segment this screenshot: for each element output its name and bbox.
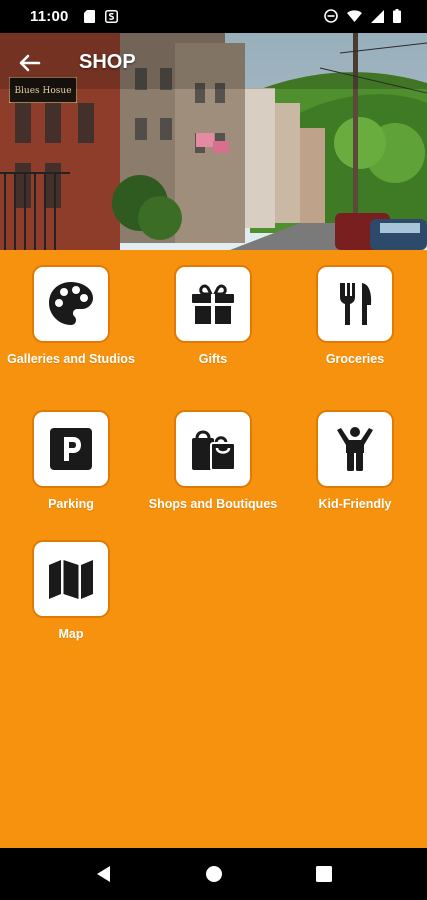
category-tile[interactable] <box>32 540 110 618</box>
category-parking[interactable]: Parking <box>0 410 142 512</box>
status-system-icons <box>324 9 401 23</box>
home-circle-icon <box>206 866 222 882</box>
category-tile[interactable] <box>316 410 394 488</box>
page-title: SHOP <box>79 51 136 73</box>
fork-knife-icon <box>340 283 372 325</box>
hero-image: Blues Hosue SHOP <box>0 33 427 250</box>
status-bar: 11:00 <box>0 0 427 33</box>
palette-icon <box>49 282 93 325</box>
arrow-back-icon <box>19 54 41 72</box>
wifi-icon <box>347 10 362 22</box>
category-tile[interactable] <box>316 265 394 343</box>
sd-card-icon <box>84 10 95 23</box>
category-map[interactable]: Map <box>0 540 142 642</box>
category-label: Map <box>58 627 84 641</box>
status-notification-icons <box>84 10 118 23</box>
parking-icon <box>50 428 92 470</box>
category-kid-friendly[interactable]: Kid-Friendly <box>284 410 426 512</box>
category-galleries-and-studios[interactable]: Galleries and Studios <box>0 265 142 367</box>
category-label: Parking <box>48 497 94 511</box>
system-navigation-bar <box>0 848 427 900</box>
nav-back-button[interactable] <box>94 864 114 884</box>
category-groceries[interactable]: Groceries <box>284 265 426 367</box>
child-icon <box>337 427 373 471</box>
shopping-bags-icon <box>192 430 236 471</box>
category-tile[interactable] <box>32 410 110 488</box>
category-label: Galleries and Studios <box>7 352 135 366</box>
category-grid: Galleries and Studios Gifts Groceries Pa… <box>0 250 427 848</box>
map-icon <box>49 560 93 599</box>
category-label: Shops and Boutiques <box>148 497 278 511</box>
gift-icon <box>192 284 234 324</box>
category-gifts[interactable]: Gifts <box>142 265 284 367</box>
do-not-disturb-icon <box>324 9 338 23</box>
back-triangle-icon <box>97 866 110 882</box>
battery-icon <box>393 9 401 23</box>
status-time: 11:00 <box>30 8 69 25</box>
category-tile[interactable] <box>32 265 110 343</box>
category-label: Gifts <box>198 352 228 366</box>
app-bar: SHOP <box>0 33 427 89</box>
category-label: Kid-Friendly <box>318 497 392 511</box>
nav-home-button[interactable] <box>204 864 224 884</box>
category-shops-and-boutiques[interactable]: Shops and Boutiques <box>142 410 284 512</box>
nav-recents-button[interactable] <box>314 864 334 884</box>
category-label: Groceries <box>325 352 385 366</box>
s-notification-icon <box>105 10 118 23</box>
recents-square-icon <box>316 866 332 882</box>
back-button[interactable] <box>12 45 48 81</box>
signal-icon <box>371 9 384 23</box>
category-tile[interactable] <box>174 265 252 343</box>
category-tile[interactable] <box>174 410 252 488</box>
